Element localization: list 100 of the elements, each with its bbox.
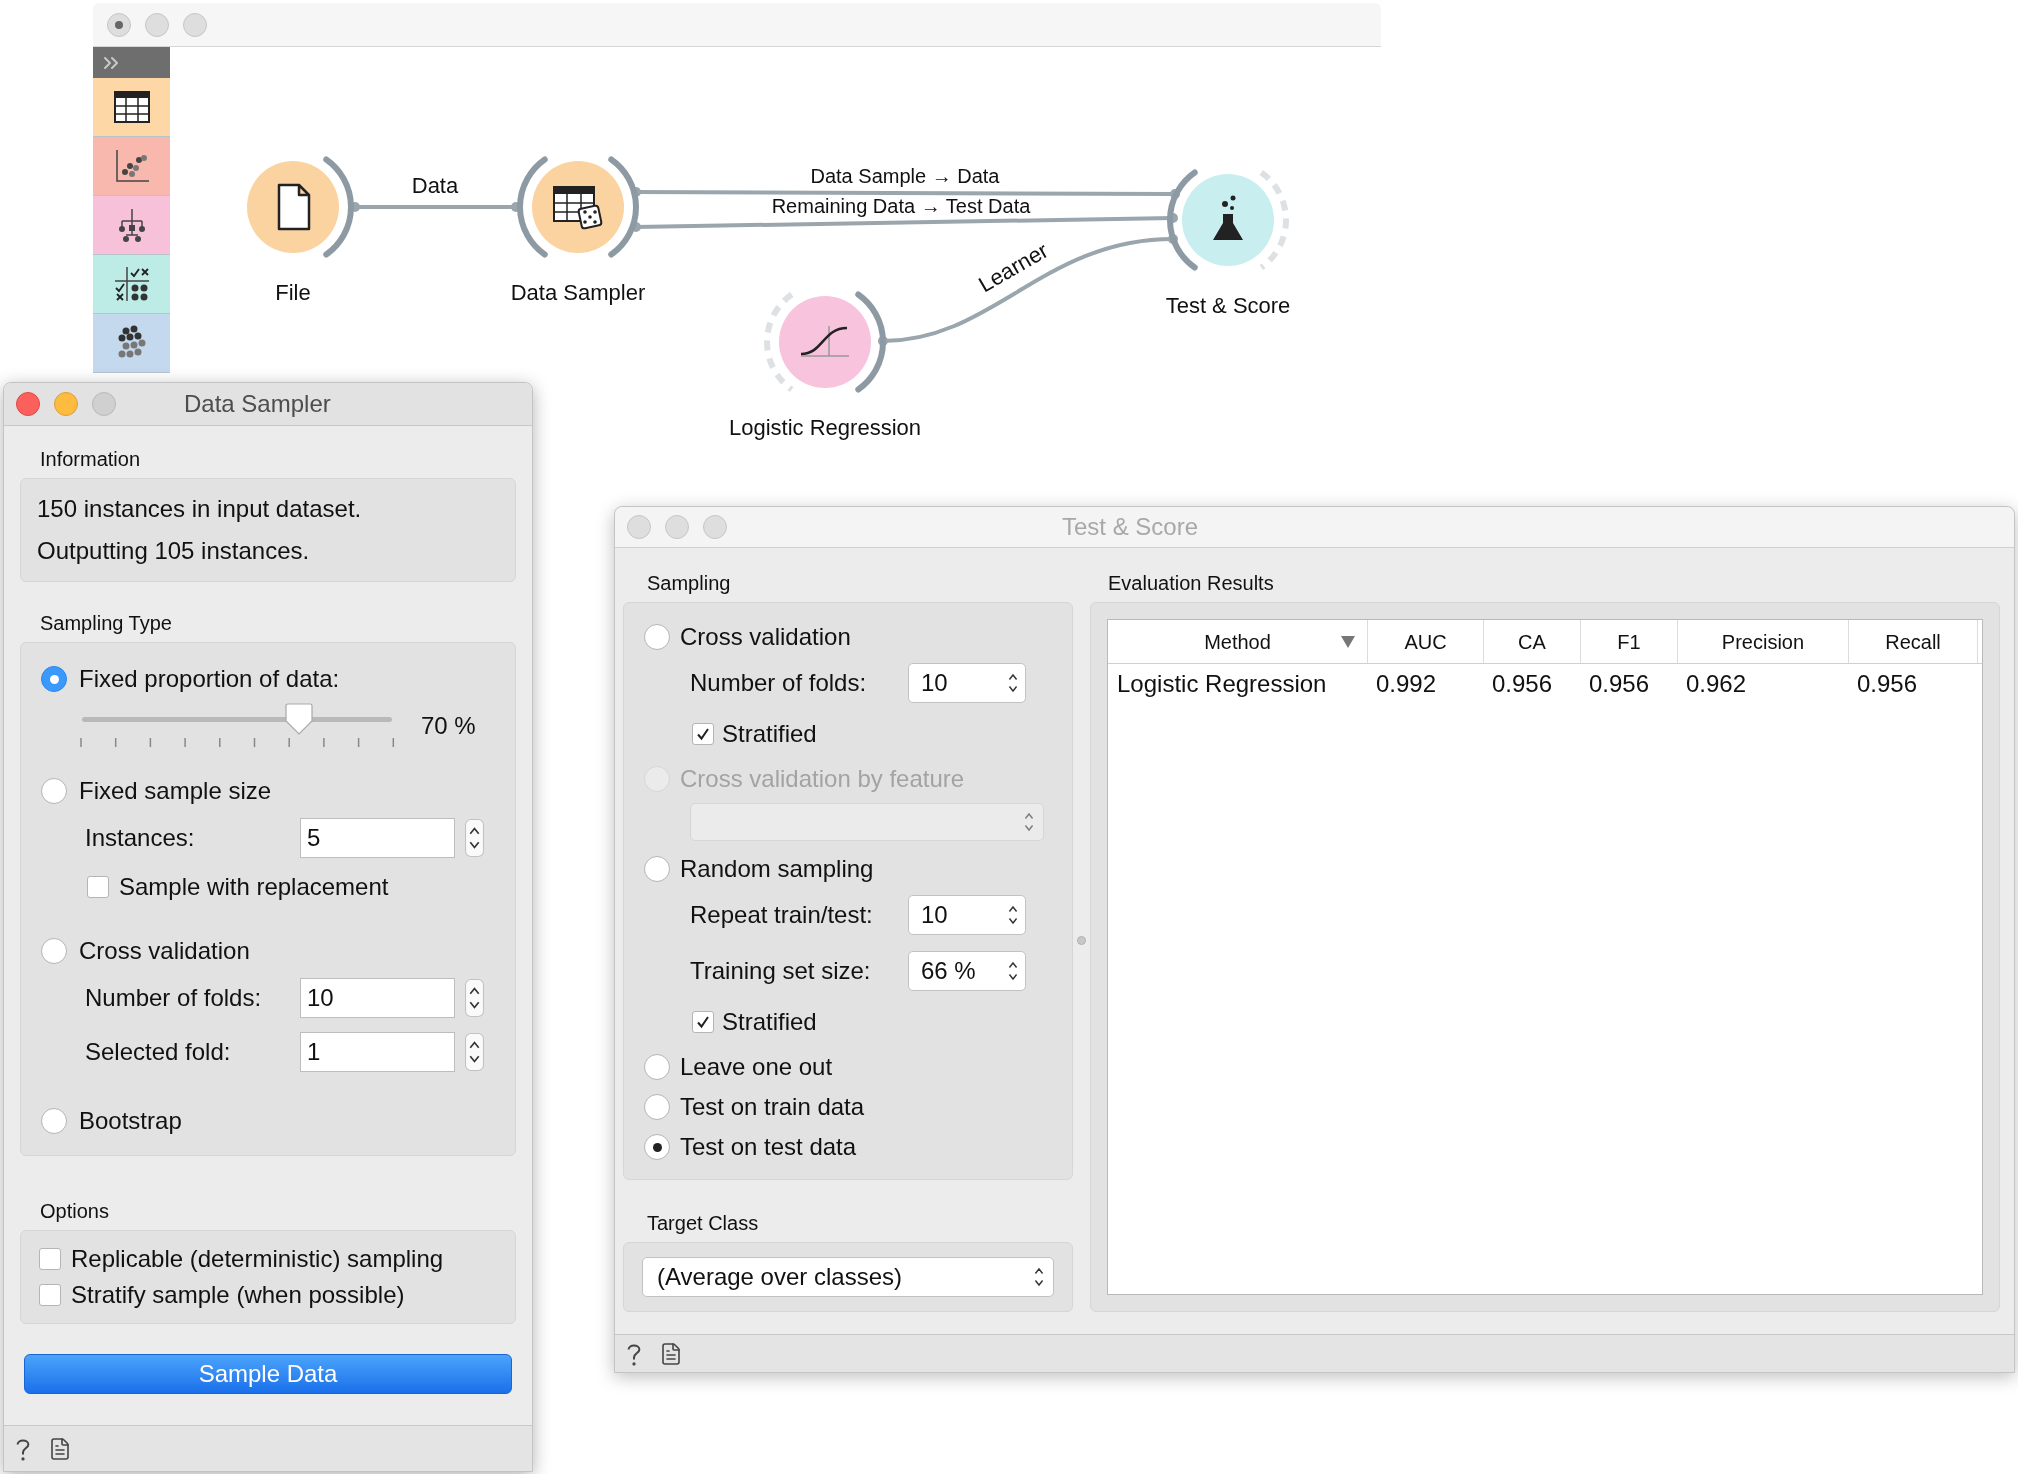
table-cell-text: 0.992 (1375, 669, 1438, 699)
radio-label: Test on train data (680, 1092, 865, 1122)
radio-button[interactable] (41, 666, 67, 692)
sample-data-button[interactable]: Sample Data (24, 1354, 512, 1394)
widget-node[interactable] (779, 296, 871, 388)
report-icon[interactable] (48, 1435, 72, 1462)
radio-button[interactable] (644, 856, 670, 882)
radio-label: Test on test data (680, 1132, 857, 1162)
window-title: Test & Score (1062, 512, 1199, 542)
node-label: Data Sampler (510, 280, 646, 305)
radio-button[interactable] (41, 938, 67, 964)
report-icon[interactable] (659, 1340, 683, 1367)
output-arc[interactable] (855, 291, 886, 393)
table-cell-text: Logistic Regression (1116, 669, 1328, 699)
input-arc[interactable] (517, 156, 548, 258)
section-heading: Target Class (647, 1212, 759, 1234)
number-field[interactable]: 5 (300, 818, 455, 858)
stepper-icon[interactable] (465, 1033, 484, 1071)
radio-label: Cross validation (680, 622, 851, 652)
spin-box[interactable]: 10 (908, 895, 1026, 935)
minimize-button[interactable] (145, 12, 169, 37)
sort-descending-icon (1341, 635, 1355, 648)
checkbox[interactable] (87, 876, 109, 898)
radio-button[interactable] (644, 624, 670, 650)
toolbox-category[interactable] (93, 196, 170, 255)
field-label: Instances: (85, 823, 196, 853)
field-label: Number of folds: (85, 983, 263, 1013)
zoom-button[interactable] (183, 12, 207, 37)
radio-button[interactable] (644, 1134, 670, 1160)
column-header[interactable]: Method (1108, 620, 1368, 663)
checkbox-label: Stratify sample (when possible) (71, 1280, 405, 1310)
field-label: Selected fold: (85, 1037, 232, 1067)
flask-icon (1213, 195, 1243, 240)
radio-button[interactable] (644, 1054, 670, 1080)
checkbox-label: Stratified (722, 719, 817, 749)
spin-box[interactable]: 66 % (908, 951, 1026, 991)
table-cell-text: 0.962 (1685, 669, 1748, 699)
radio-label: Cross validation by feature (680, 764, 965, 794)
window-title: Data Sampler (184, 389, 331, 419)
column-header[interactable]: AUC (1368, 620, 1484, 663)
info-text: Outputting 105 instances. (37, 536, 311, 566)
spin-box[interactable]: 10 (908, 663, 1026, 703)
target-class-dropdown[interactable]: (Average over classes) (642, 1257, 1054, 1297)
checkbox[interactable] (692, 723, 714, 745)
table-cell-text: 0.956 (1856, 669, 1919, 699)
check-icon (695, 726, 711, 742)
zoom-button[interactable] (703, 515, 727, 539)
radio-button[interactable] (41, 1108, 67, 1134)
info-text: 150 instances in input dataset. (37, 494, 363, 524)
section-heading: Information (40, 448, 141, 470)
column-header[interactable]: CA (1484, 620, 1581, 663)
toolbox-category[interactable] (93, 78, 170, 137)
slider-thumb[interactable] (284, 703, 314, 735)
table-cell-text: 0.956 (1588, 669, 1651, 699)
close-button[interactable] (107, 12, 131, 37)
sigmoid-curve-icon (800, 325, 850, 357)
minimize-button[interactable] (665, 515, 689, 539)
column-header[interactable]: Precision (1678, 620, 1849, 663)
column-header[interactable]: F1 (1581, 620, 1678, 663)
input-arc[interactable] (1167, 169, 1198, 271)
checkbox-label: Sample with replacement (119, 872, 389, 902)
stepper-icon[interactable] (465, 819, 484, 857)
radio-label: Bootstrap (79, 1106, 182, 1136)
radio-button[interactable] (644, 1094, 670, 1120)
widget-node[interactable] (1182, 174, 1274, 266)
radio-label: Random sampling (680, 854, 874, 884)
slider-value: 70 % (421, 711, 476, 741)
minimize-button[interactable] (54, 392, 78, 416)
section-heading: Sampling Type (40, 612, 172, 634)
checkbox[interactable] (39, 1248, 61, 1270)
section-heading: Evaluation Results (1108, 572, 1274, 594)
radio-label: Leave one out (680, 1052, 833, 1082)
toolbox-category[interactable] (93, 314, 170, 373)
link-label: Data Sample → Data (810, 165, 1000, 187)
zoom-button[interactable] (92, 392, 116, 416)
field-label: Training set size: (690, 956, 872, 986)
radio-label: Fixed sample size (79, 776, 272, 806)
checkbox[interactable] (692, 1011, 714, 1033)
link-label: Data (411, 173, 459, 198)
node-label: Logistic Regression (729, 415, 921, 440)
check-icon (695, 1014, 711, 1030)
radio-label: Fixed proportion of data: (79, 664, 340, 694)
node-label: File (275, 280, 311, 305)
toolbox-category[interactable] (93, 255, 170, 314)
node-label: Test & Score (1165, 293, 1291, 318)
splitter-handle[interactable] (1077, 935, 1086, 945)
section-heading: Options (40, 1200, 109, 1222)
checkbox[interactable] (39, 1284, 61, 1306)
number-field[interactable]: 10 (300, 978, 455, 1018)
close-button[interactable] (16, 392, 40, 416)
field-label: Number of folds: (690, 668, 868, 698)
table-cell-text: 0.956 (1491, 669, 1554, 699)
section-heading: Sampling (647, 572, 731, 594)
radio-button[interactable] (41, 778, 67, 804)
checkbox-label: Replicable (deterministic) sampling (71, 1244, 444, 1274)
link-label: Remaining Data → Test Data (771, 195, 1031, 217)
column-header[interactable]: Recall (1849, 620, 1978, 663)
number-field[interactable]: 1 (300, 1032, 455, 1072)
table-dice-icon (553, 186, 603, 230)
stepper-icon[interactable] (465, 979, 484, 1017)
